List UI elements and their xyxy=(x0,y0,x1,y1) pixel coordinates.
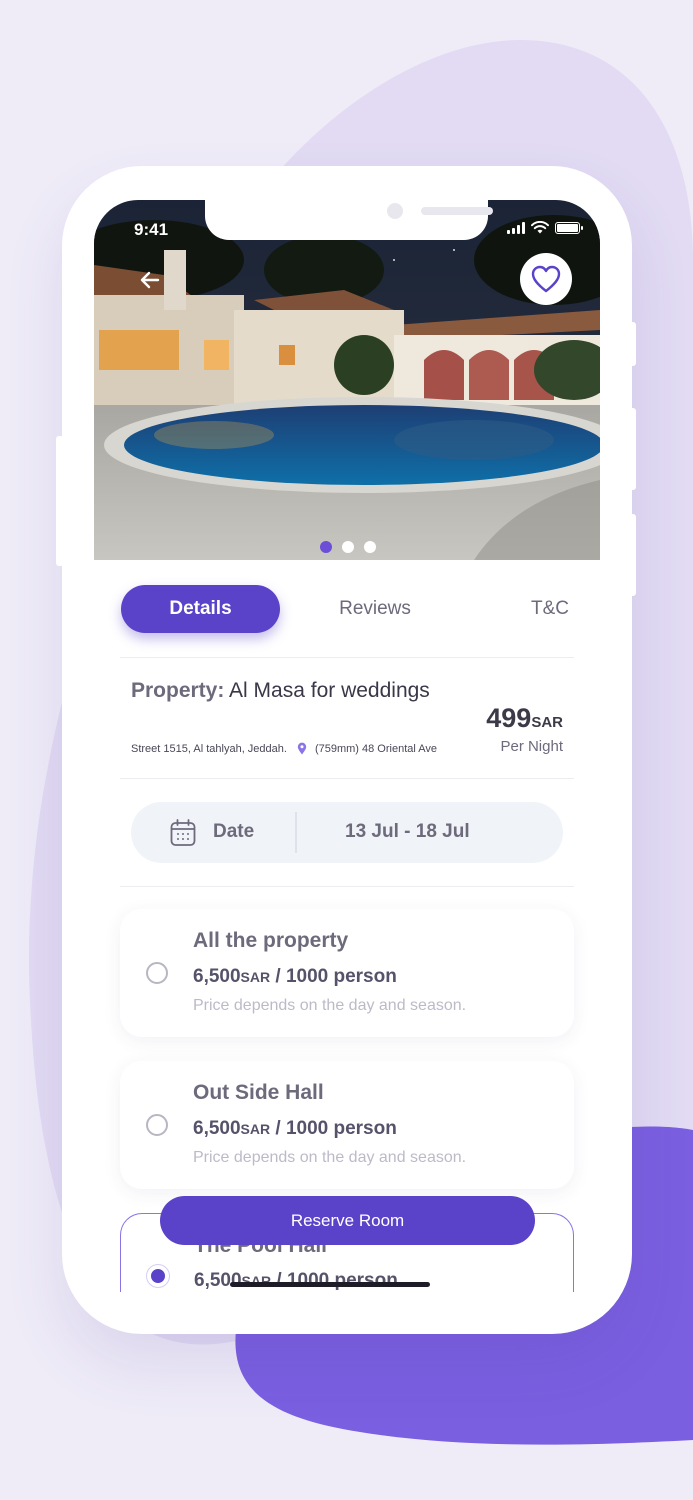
property-address: Street 1515, Al tahlyah, Jeddah. (759mm)… xyxy=(131,742,437,755)
phone-side-button xyxy=(56,436,64,566)
carousel-dot[interactable] xyxy=(342,541,354,553)
option-price: 6,500SAR / 1000 person xyxy=(194,1270,398,1292)
date-label: Date xyxy=(213,821,255,842)
front-camera xyxy=(387,203,403,219)
carousel-dot[interactable] xyxy=(364,541,376,553)
phone-side-button xyxy=(628,408,636,490)
carousel-dot-active[interactable] xyxy=(320,541,332,553)
option-radio[interactable] xyxy=(146,1114,168,1136)
app-screen: 9:41 Details Reviews T&C Property: Al Ma… xyxy=(94,200,600,1292)
battery-icon xyxy=(555,222,583,234)
property-label: Property: xyxy=(131,679,225,702)
status-time: 9:41 xyxy=(134,220,169,239)
earpiece-speaker xyxy=(421,207,493,215)
calendar-icon xyxy=(170,819,196,846)
signal-icon xyxy=(507,222,525,234)
price-currency: SAR xyxy=(531,714,563,731)
option-capacity: / 1000 person xyxy=(275,966,397,987)
tab-details[interactable]: Details xyxy=(121,585,280,633)
option-radio-selected[interactable] xyxy=(147,1265,169,1287)
phone-side-button xyxy=(628,322,636,366)
option-price: 6,500SAR / 1000 person xyxy=(193,1118,397,1140)
tab-reviews[interactable]: Reviews xyxy=(314,585,436,633)
option-price-currency: SAR xyxy=(240,1121,271,1137)
divider xyxy=(120,778,574,779)
option-price: 6,500SAR / 1000 person xyxy=(193,966,397,988)
wifi-icon xyxy=(531,221,549,234)
option-price-currency: SAR xyxy=(240,969,271,985)
booking-option-outside-hall[interactable]: Out Side Hall 6,500SAR / 1000 person Pri… xyxy=(120,1061,574,1189)
option-radio[interactable] xyxy=(146,962,168,984)
carousel-indicator xyxy=(320,541,376,553)
map-pin-icon xyxy=(297,742,307,755)
divider xyxy=(120,886,574,887)
reserve-room-button[interactable]: Reserve Room xyxy=(160,1196,535,1245)
price-unit: Per Night xyxy=(500,738,563,755)
detail-tabs: Details Reviews T&C xyxy=(94,585,600,635)
device-notch xyxy=(205,200,493,240)
option-price-amount: 6,500 xyxy=(194,1270,242,1291)
favorite-button[interactable] xyxy=(520,253,572,305)
property-name: Al Masa for weddings xyxy=(229,679,430,702)
status-icons xyxy=(507,221,583,234)
property-title: Property: Al Masa for weddings xyxy=(131,679,430,703)
address-text: Street 1515, Al tahlyah, Jeddah. xyxy=(131,742,287,755)
price-amount: 499 xyxy=(486,703,532,733)
option-price-amount: 6,500 xyxy=(193,1118,241,1139)
date-range: 13 Jul - 18 Jul xyxy=(345,821,470,842)
option-capacity: / 1000 person xyxy=(276,1270,398,1291)
back-arrow-icon xyxy=(140,271,160,289)
tab-terms[interactable]: T&C xyxy=(514,585,586,633)
property-photo xyxy=(94,200,600,560)
option-note: Price depends on the day and season. xyxy=(193,1149,467,1166)
date-separator xyxy=(295,812,297,853)
heart-icon xyxy=(531,265,561,293)
option-title: All the property xyxy=(193,929,349,952)
back-button[interactable] xyxy=(134,264,166,296)
option-capacity: / 1000 person xyxy=(275,1118,397,1139)
location-text[interactable]: (759mm) 48 Oriental Ave xyxy=(315,743,437,755)
booking-option-all-property[interactable]: All the property 6,500SAR / 1000 person … xyxy=(120,909,574,1037)
phone-side-button xyxy=(628,514,636,596)
nightly-price: 499SAR xyxy=(486,703,563,734)
option-title: Out Side Hall xyxy=(193,1081,324,1104)
date-picker[interactable]: Date 13 Jul - 18 Jul xyxy=(131,802,563,863)
home-indicator[interactable] xyxy=(230,1282,430,1287)
option-price-amount: 6,500 xyxy=(193,966,241,987)
property-photo-carousel[interactable]: 9:41 xyxy=(94,200,600,560)
option-note: Price depends on the day and season. xyxy=(193,997,467,1014)
divider xyxy=(120,657,574,658)
